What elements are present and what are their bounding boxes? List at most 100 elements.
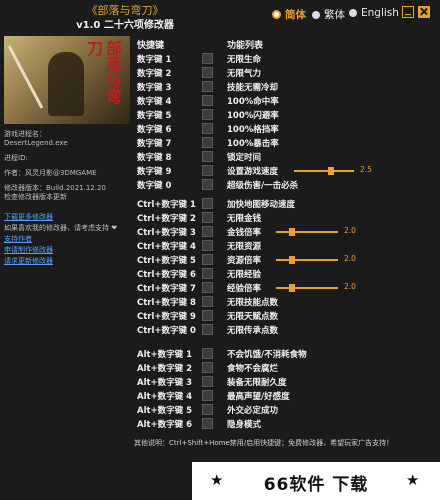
support-author-link[interactable]: 支持作者 [4,234,130,245]
hotkey-label: Alt+数字键 1 [137,350,193,360]
hotkey-label: Alt+数字键 3 [137,378,193,388]
cheat-toggle-checkbox[interactable] [202,109,213,120]
cheat-label: 锁定时间 [227,153,262,163]
cheat-toggle-checkbox[interactable] [202,198,213,209]
cheat-label: 加快地图移动速度 [227,200,296,210]
hotkey-label: Ctrl+数字键 5 [137,256,196,266]
slider-thumb[interactable] [288,228,295,236]
hotkey-label: Ctrl+数字键 7 [137,284,196,294]
cheat-label: 隐身模式 [227,420,262,430]
cheat-row: Alt+数字键 3 装备无限耐久度 [134,375,434,389]
cheat-toggle-checkbox[interactable] [202,390,213,401]
cheat-row: Ctrl+数字键 3 金钱倍率 2.0 [134,225,434,239]
cheat-toggle-checkbox[interactable] [202,81,213,92]
cheat-toggle-checkbox[interactable] [202,165,213,176]
cheat-row: 数字键 3 技能无需冷却 [134,80,434,94]
request-trainer-link[interactable]: 申请制作修改器 [4,245,130,256]
cheat-toggle-checkbox[interactable] [202,123,213,134]
slider-thumb[interactable] [328,167,335,175]
cheat-toggle-checkbox[interactable] [202,268,213,279]
cheat-toggle-checkbox[interactable] [202,376,213,387]
watermark-banner: ★ 66软件 下载 ★ [192,462,440,500]
request-update-link[interactable]: 请求更新修改器 [4,256,130,267]
lang-label: 繁体 [324,9,345,21]
cheat-toggle-checkbox[interactable] [202,212,213,223]
value-slider[interactable] [276,284,338,292]
hotkey-label: Alt+数字键 6 [137,420,193,430]
cheat-row: Alt+数字键 2 食物不会腐烂 [134,361,434,375]
hotkey-column-header: 快捷键 [137,41,165,51]
download-more-link[interactable]: 下载更多修改器 [4,212,130,223]
cheat-toggle-checkbox[interactable] [202,95,213,106]
cheat-toggle-checkbox[interactable] [202,254,213,265]
cheat-label: 无限金钱 [227,214,262,224]
process-name: DesertLegend.exe [4,139,68,147]
cheat-label: 金钱倍率 [227,228,262,238]
cheat-toggle-checkbox[interactable] [202,151,213,162]
cheat-label: 不会饥饿/不消耗食物 [227,350,307,360]
watermark-text: 66软件 下载 [263,475,369,495]
value-slider[interactable] [294,167,354,175]
cheat-toggle-checkbox[interactable] [202,53,213,64]
process-label: 游戏进程名： [4,130,46,138]
cheat-toggle-checkbox[interactable] [202,324,213,335]
cheat-label: 装备无限耐久度 [227,378,287,388]
cheat-toggle-checkbox[interactable] [202,179,213,190]
cheat-label: 无限天赋点数 [227,312,279,322]
sidebar: 部落与弯刀 游戏进程名： DesertLegend.exe 进程ID: 作者：风… [4,36,130,466]
cheat-toggle-checkbox[interactable] [202,418,213,429]
cheat-label: 无限资源 [227,242,262,252]
slider-value: 2.0 [344,254,356,263]
close-icon[interactable] [418,6,430,18]
hotkey-label: Alt+数字键 5 [137,406,193,416]
radio-icon [312,10,320,19]
cheat-row: Ctrl+数字键 7 经验倍率 2.0 [134,281,434,295]
minimize-icon[interactable] [402,6,414,18]
hotkey-label: 数字键 3 [137,83,172,93]
cheat-toggle-checkbox[interactable] [202,348,213,359]
cheat-toggle-checkbox[interactable] [202,404,213,415]
hotkey-label: Alt+数字键 2 [137,364,193,374]
cheat-row: Alt+数字键 5 外交必定成功 [134,403,434,417]
cheat-row: 数字键 9 设置游戏速度 2.5 [134,164,434,178]
title-bar: 《部落与弯刀》 v1.0 二十六项修改器 简体 繁体 English [0,0,440,31]
cheat-label: 技能无需冷却 [227,83,279,93]
cheat-toggle-checkbox[interactable] [202,226,213,237]
cheat-toggle-checkbox[interactable] [202,67,213,78]
cheat-toggle-checkbox[interactable] [202,282,213,293]
lang-english[interactable]: English [349,7,399,19]
cheat-toggle-checkbox[interactable] [202,137,213,148]
cheat-label: 无限气力 [227,69,262,79]
pid-label: 进程ID: [4,154,28,162]
cheat-row: 数字键 2 无限气力 [134,66,434,80]
cheat-label: 外交必定成功 [227,406,279,416]
process-info: 游戏进程名： DesertLegend.exe [4,130,130,148]
lang-traditional[interactable]: 繁体 [312,7,345,22]
cheat-label: 食物不会腐烂 [227,364,279,374]
value-slider[interactable] [276,228,338,236]
hotkey-label: Ctrl+数字键 3 [137,228,196,238]
version-info: 修改器版本：Build.2021.12.20 检查修改器版本更新 [4,184,130,202]
app-subtitle: v1.0 二十六项修改器 [76,20,174,31]
author-text: 作者：风灵月影@3DMGAME [4,169,97,177]
cheat-row: Ctrl+数字键 0 无限传承点数 [134,323,434,337]
cheat-toggle-checkbox[interactable] [202,362,213,373]
cheat-label: 无限生命 [227,55,262,65]
slider-thumb[interactable] [288,284,295,292]
hotkey-label: 数字键 5 [137,111,172,121]
cheat-label: 100%命中率 [227,97,279,107]
lang-simplified[interactable]: 简体 [272,7,306,22]
cheat-label: 无限传承点数 [227,326,279,336]
cheat-toggle-checkbox[interactable] [202,296,213,307]
link-list: 下载更多修改器 如果喜欢我的修改器，请考虑支持 ❤ 支持作者 申请制作修改器 请… [4,212,130,267]
sword-shape [7,45,44,109]
lang-label: English [361,7,399,19]
value-slider[interactable] [276,256,338,264]
cheat-toggle-checkbox[interactable] [202,240,213,251]
cheat-row: 数字键 8 锁定时间 [134,150,434,164]
hotkey-label: 数字键 4 [137,97,172,107]
cheat-toggle-checkbox[interactable] [202,310,213,321]
slider-thumb[interactable] [288,256,295,264]
hotkey-label: Ctrl+数字键 1 [137,200,196,210]
banner-logo-text: 部落与弯刀 [84,40,122,104]
